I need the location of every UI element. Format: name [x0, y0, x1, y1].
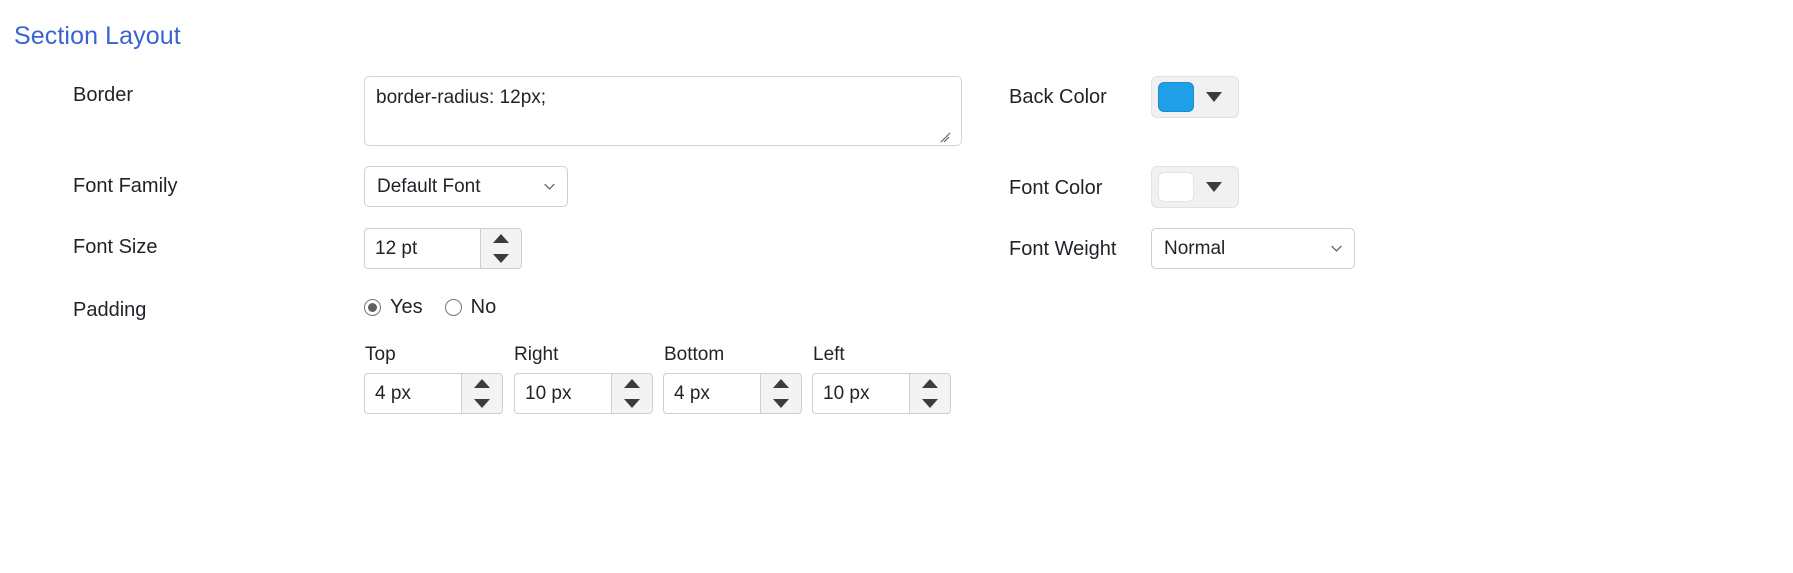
padding-bottom-decrement-button[interactable] [761, 394, 801, 414]
chevron-down-icon [543, 180, 556, 193]
font-size-label: Font Size [73, 236, 158, 258]
padding-radio-yes-label: Yes [390, 296, 423, 318]
radio-selected-icon [364, 299, 381, 316]
padding-top-input[interactable]: 4 px [364, 373, 461, 414]
padding-left-increment-button[interactable] [910, 374, 950, 394]
padding-bottom-stepper[interactable]: 4 px [663, 373, 802, 414]
border-css-textarea[interactable] [364, 76, 962, 146]
font-family-select[interactable]: Default Font [364, 166, 568, 207]
font-weight-label: Font Weight [1009, 238, 1117, 260]
padding-top-stepper[interactable]: 4 px [364, 373, 503, 414]
padding-right-arrows [611, 373, 653, 414]
triangle-down-icon [773, 398, 789, 408]
font-size-stepper[interactable]: 12 pt [364, 228, 522, 269]
triangle-up-icon [624, 379, 640, 389]
padding-radio-group: Yes No [364, 296, 496, 319]
caret-down-icon [1206, 92, 1222, 102]
triangle-up-icon [474, 379, 490, 389]
padding-left-arrows [909, 373, 951, 414]
padding-left-decrement-button[interactable] [910, 394, 950, 414]
padding-bottom-increment-button[interactable] [761, 374, 801, 394]
triangle-up-icon [922, 379, 938, 389]
triangle-down-icon [922, 398, 938, 408]
triangle-down-icon [493, 253, 509, 263]
padding-left-input[interactable]: 10 px [812, 373, 909, 414]
padding-right-stepper[interactable]: 10 px [514, 373, 653, 414]
radio-unselected-icon [444, 299, 462, 316]
triangle-down-icon [624, 398, 640, 408]
padding-bottom-caption: Bottom [664, 344, 725, 365]
font-size-decrement-button[interactable] [481, 249, 521, 269]
font-size-arrows [480, 228, 522, 269]
triangle-down-icon [474, 398, 490, 408]
font-size-input[interactable]: 12 pt [364, 228, 480, 269]
padding-top-decrement-button[interactable] [462, 394, 502, 414]
border-label: Border [73, 84, 134, 106]
caret-down-icon [1206, 182, 1222, 192]
padding-right-caption: Right [514, 344, 559, 365]
font-color-picker-button[interactable] [1151, 166, 1239, 208]
padding-left-caption: Left [813, 344, 845, 365]
padding-top-caption: Top [365, 344, 396, 365]
padding-bottom-arrows [760, 373, 802, 414]
padding-right-increment-button[interactable] [612, 374, 652, 394]
triangle-up-icon [493, 234, 509, 244]
back-color-label: Back Color [1009, 86, 1107, 108]
padding-right-input[interactable]: 10 px [514, 373, 611, 414]
page-title: Section Layout [14, 22, 181, 50]
padding-top-increment-button[interactable] [462, 374, 502, 394]
font-color-swatch [1158, 172, 1194, 202]
font-weight-select[interactable]: Normal [1151, 228, 1355, 269]
back-color-swatch [1158, 82, 1194, 112]
padding-radio-no[interactable]: No [444, 296, 497, 319]
padding-top-arrows [461, 373, 503, 414]
font-family-selected-value: Default Font [377, 175, 481, 197]
padding-radio-no-label: No [470, 296, 497, 318]
font-weight-selected-value: Normal [1164, 237, 1226, 259]
font-size-increment-button[interactable] [481, 229, 521, 249]
triangle-up-icon [773, 379, 789, 389]
font-color-label: Font Color [1009, 177, 1103, 199]
padding-radio-yes[interactable]: Yes [364, 296, 423, 319]
back-color-picker-button[interactable] [1151, 76, 1239, 118]
section-layout-panel: Section Layout Border Font Family Defaul… [0, 0, 1793, 573]
padding-label: Padding [73, 299, 147, 321]
font-family-label: Font Family [73, 175, 178, 197]
padding-right-decrement-button[interactable] [612, 394, 652, 414]
padding-bottom-input[interactable]: 4 px [663, 373, 760, 414]
padding-left-stepper[interactable]: 10 px [812, 373, 951, 414]
chevron-down-icon [1330, 242, 1343, 255]
